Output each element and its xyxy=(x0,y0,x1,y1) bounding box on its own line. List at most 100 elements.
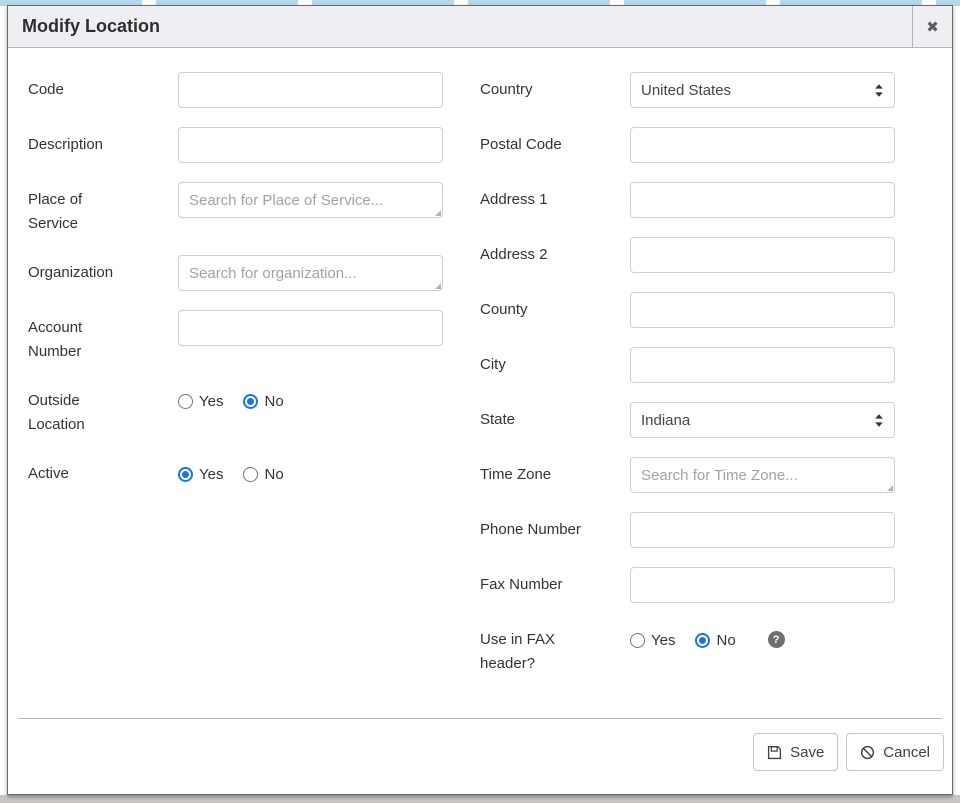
field-control-address-1 xyxy=(630,182,895,218)
save-button-label: Save xyxy=(790,744,824,761)
address-2-input[interactable] xyxy=(630,237,895,273)
form-row-description: Description xyxy=(28,127,480,163)
form-column-left: Code Description Place of Service Organizat… xyxy=(28,72,480,718)
radio-unselected-icon xyxy=(178,394,193,409)
form-row-active: ActiveYesNo xyxy=(28,456,480,492)
form-row-time-zone: Time Zone xyxy=(480,457,932,493)
field-control-place-of-service xyxy=(178,182,443,236)
state-select[interactable]: Indiana xyxy=(630,402,895,438)
field-control-address-2 xyxy=(630,237,895,273)
radio-option-label: No xyxy=(264,466,283,483)
cancel-button[interactable]: Cancel xyxy=(846,733,944,771)
resize-corner-icon xyxy=(435,210,441,216)
field-control-postal-code xyxy=(630,127,895,163)
postal-code-input[interactable] xyxy=(630,127,895,163)
field-control-city xyxy=(630,347,895,383)
form-row-place-of-service: Place of Service xyxy=(28,182,480,236)
footer-divider xyxy=(18,718,942,719)
field-label-address-2: Address 2 xyxy=(480,237,630,273)
address-1-input[interactable] xyxy=(630,182,895,218)
resize-corner-icon xyxy=(435,283,441,289)
form-row-city: City xyxy=(480,347,932,383)
organization-search-input[interactable] xyxy=(178,255,443,291)
field-label-city: City xyxy=(480,347,630,383)
form-row-state: State Indiana xyxy=(480,402,932,438)
field-label-state: State xyxy=(480,402,630,438)
form-row-country: Country United States xyxy=(480,72,932,108)
field-label-use-in-fax-header: Use in FAX header? xyxy=(480,622,630,676)
radio-active-no[interactable]: No xyxy=(243,466,283,483)
resize-corner-icon xyxy=(887,485,893,491)
radio-option-label: Yes xyxy=(199,466,223,483)
field-control-description xyxy=(178,127,443,163)
radio-outside-location-yes[interactable]: Yes xyxy=(178,393,223,410)
field-control-account-number xyxy=(178,310,443,364)
radio-active-yes[interactable]: Yes xyxy=(178,466,223,483)
page-title: Modify Location xyxy=(8,16,912,37)
field-control-time-zone xyxy=(630,457,895,493)
account-number-input[interactable] xyxy=(178,310,443,346)
field-label-account-number: Account Number xyxy=(28,310,178,364)
radio-unselected-icon xyxy=(243,467,258,482)
field-control-country: United States xyxy=(630,72,895,108)
radio-outside-location-no[interactable]: No xyxy=(243,393,283,410)
form-row-fax-number: Fax Number xyxy=(480,567,932,603)
radio-selected-icon xyxy=(243,394,258,409)
field-control-outside-location: Yes No xyxy=(178,383,443,437)
form-row-address-2: Address 2 xyxy=(480,237,932,273)
form-row-code: Code xyxy=(28,72,480,108)
form-row-use-in-fax-header: Use in FAX header? Yes No? xyxy=(480,622,932,676)
field-label-place-of-service: Place of Service xyxy=(28,182,178,236)
field-control-state: Indiana xyxy=(630,402,895,438)
field-control-organization xyxy=(178,255,443,291)
field-label-phone-number: Phone Number xyxy=(480,512,630,548)
modal-header: Modify Location ✖ xyxy=(8,6,952,48)
form-column-right: Country United States Postal Code Address 1… xyxy=(480,72,932,718)
help-icon[interactable]: ? xyxy=(768,631,785,648)
radio-use-in-fax-header-no[interactable]: No xyxy=(695,632,735,649)
active-radio-group: Yes No xyxy=(178,456,443,483)
field-label-county: County xyxy=(480,292,630,328)
county-input[interactable] xyxy=(630,292,895,328)
field-control-fax-number xyxy=(630,567,895,603)
field-label-country: Country xyxy=(480,72,630,108)
fax-number-input[interactable] xyxy=(630,567,895,603)
description-input[interactable] xyxy=(178,127,443,163)
country-select[interactable]: United States xyxy=(630,72,895,108)
cancel-ban-icon xyxy=(860,745,875,760)
place-of-service-search-input[interactable] xyxy=(178,182,443,218)
code-input[interactable] xyxy=(178,72,443,108)
close-button[interactable]: ✖ xyxy=(912,6,952,47)
radio-unselected-icon xyxy=(630,633,645,648)
field-label-fax-number: Fax Number xyxy=(480,567,630,603)
form-row-outside-location: Outside Location Yes No xyxy=(28,383,480,437)
radio-selected-icon xyxy=(178,467,193,482)
time-zone-search-input[interactable] xyxy=(630,457,895,493)
field-control-active: Yes No xyxy=(178,456,443,492)
save-button[interactable]: Save xyxy=(753,733,838,771)
form-row-phone-number: Phone Number xyxy=(480,512,932,548)
field-control-code xyxy=(178,72,443,108)
field-control-use-in-fax-header: Yes No? xyxy=(630,622,895,676)
modify-location-modal: Modify Location ✖ Code Description Place o… xyxy=(7,5,953,795)
field-control-phone-number xyxy=(630,512,895,548)
close-icon: ✖ xyxy=(926,18,939,36)
phone-number-input[interactable] xyxy=(630,512,895,548)
field-label-postal-code: Postal Code xyxy=(480,127,630,163)
radio-option-label: No xyxy=(716,632,735,649)
field-label-code: Code xyxy=(28,72,178,108)
field-control-county xyxy=(630,292,895,328)
form-row-organization: Organization xyxy=(28,255,480,291)
select-arrows-icon xyxy=(874,413,884,428)
form-row-postal-code: Postal Code xyxy=(480,127,932,163)
city-input[interactable] xyxy=(630,347,895,383)
country-select-value: United States xyxy=(641,82,874,99)
state-select-value: Indiana xyxy=(641,412,874,429)
use-in-fax-header-radio-group: Yes No? xyxy=(630,622,895,649)
select-arrows-icon xyxy=(874,83,884,98)
radio-option-label: Yes xyxy=(651,632,675,649)
field-label-outside-location: Outside Location xyxy=(28,383,178,437)
form-row-address-1: Address 1 xyxy=(480,182,932,218)
radio-use-in-fax-header-yes[interactable]: Yes xyxy=(630,632,675,649)
radio-option-label: Yes xyxy=(199,393,223,410)
